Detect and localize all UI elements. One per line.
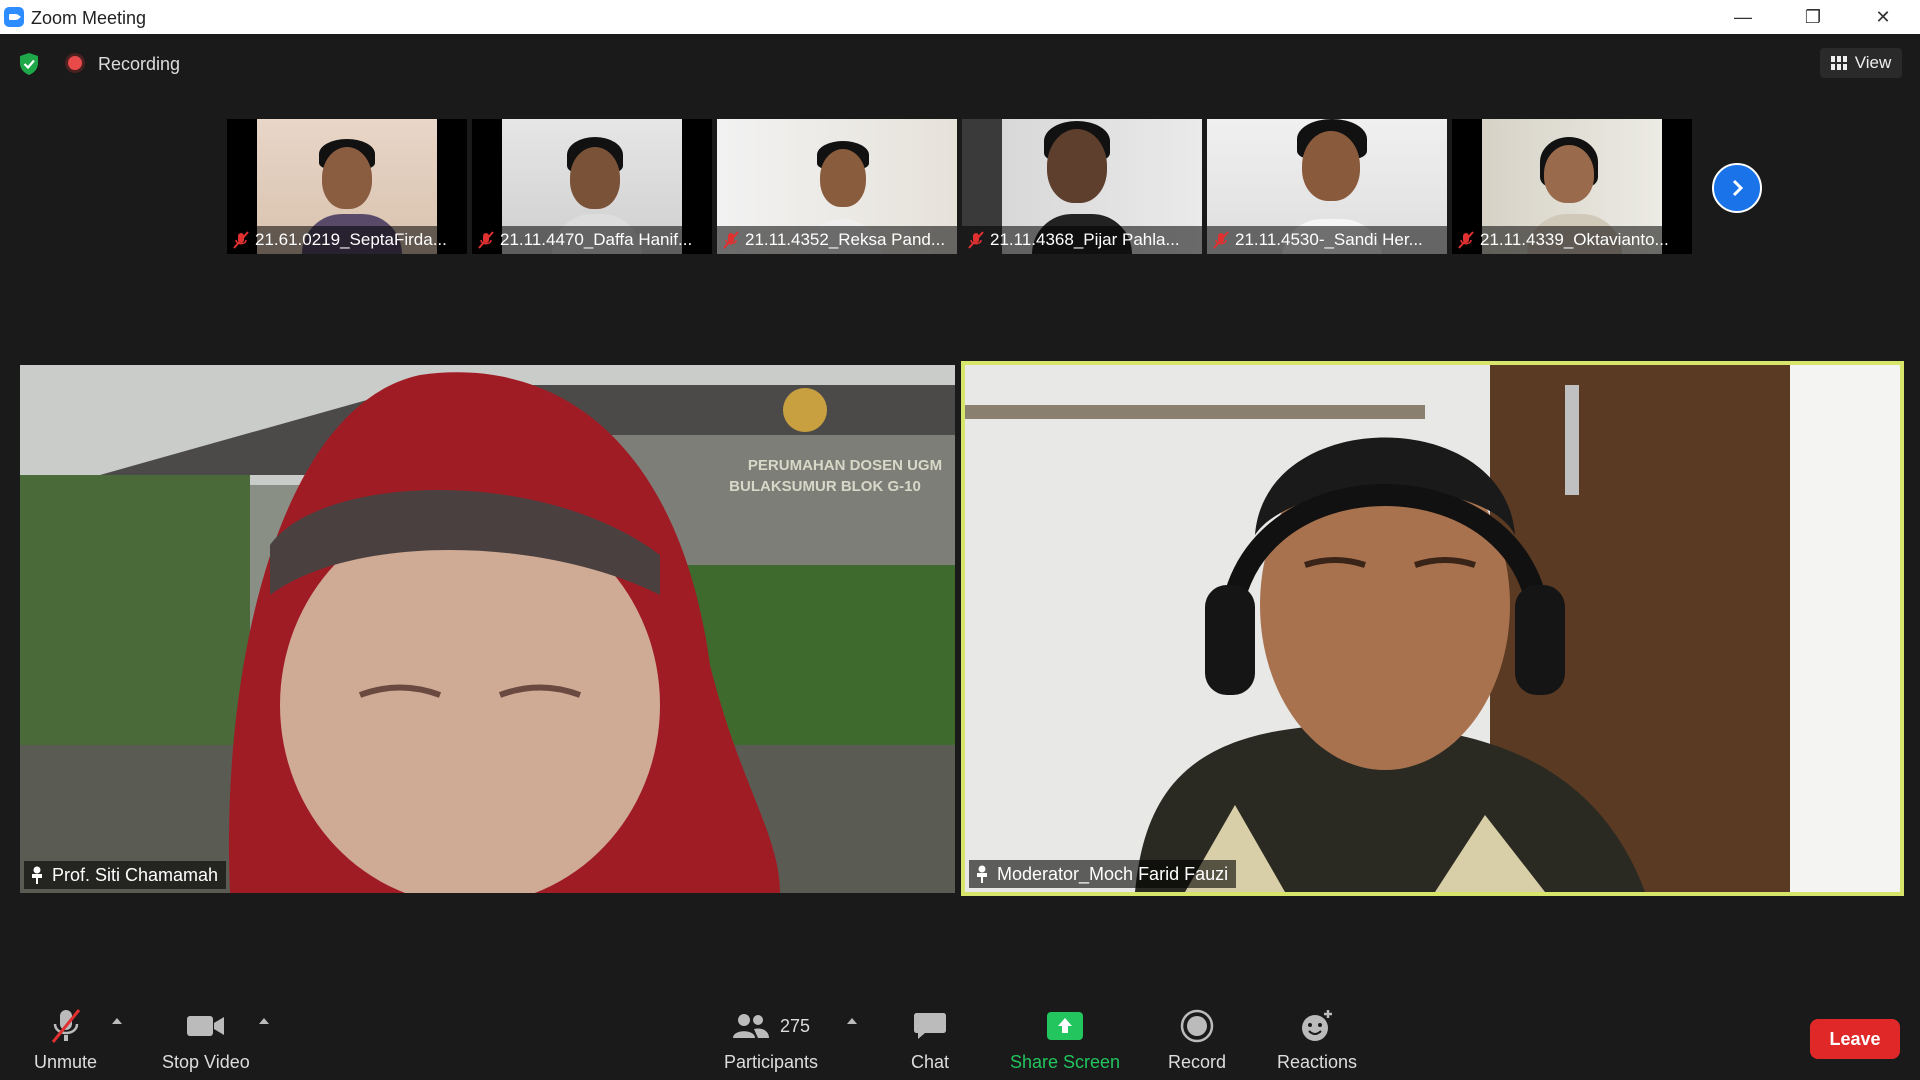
participant-name: 21.11.4368_Pijar Pahla... bbox=[990, 230, 1180, 249]
sign-text-line1: PERUMAHAN DOSEN UGM bbox=[748, 457, 942, 474]
thumbnail-label: 21.11.4530-_Sandi Her... bbox=[1207, 226, 1447, 254]
participants-icon bbox=[733, 1014, 769, 1038]
recording-label[interactable]: Recording bbox=[98, 54, 180, 75]
speaker-name-label: Moderator_Moch Farid Fauzi bbox=[969, 860, 1237, 888]
participant-name: 21.11.4352_Reksa Pand... bbox=[745, 230, 946, 249]
participants-count: 275 bbox=[780, 1015, 811, 1036]
stop-video-label: Stop Video bbox=[162, 1052, 250, 1072]
mic-muted-icon bbox=[968, 231, 984, 249]
view-button[interactable]: View bbox=[1820, 48, 1902, 78]
thumbnail-label: 21.11.4339_Oktavianto... bbox=[1452, 226, 1692, 254]
pin-icon bbox=[977, 865, 987, 883]
thumbnail-label: 21.61.0219_SeptaFirda... bbox=[227, 226, 467, 254]
reactions-label: Reactions bbox=[1277, 1052, 1358, 1072]
mic-muted-icon bbox=[723, 231, 739, 249]
unmute-label: Unmute bbox=[34, 1052, 98, 1072]
speaker-name-label: Prof. Siti Chamamah bbox=[24, 861, 227, 889]
minimize-button[interactable]: — bbox=[1708, 0, 1778, 34]
recording-indicator-icon bbox=[68, 56, 82, 70]
video-tile-active-speaker[interactable]: Moderator_Moch Farid Fauzi bbox=[961, 361, 1904, 896]
participants-options-caret[interactable] bbox=[847, 1018, 857, 1024]
mic-muted-icon bbox=[1458, 231, 1474, 249]
video-options-caret[interactable] bbox=[259, 1018, 269, 1024]
chevron-right-icon bbox=[1732, 179, 1744, 197]
mic-muted-icon bbox=[1213, 231, 1229, 249]
grid-view-icon bbox=[1830, 56, 1847, 70]
thumbnail-label: 21.11.4352_Reksa Pand... bbox=[717, 226, 957, 254]
record-button[interactable]: Record bbox=[1168, 1008, 1226, 1073]
video-tile-speaker[interactable]: PERUMAHAN DOSEN UGM BULAKSUMUR BLOK G-10… bbox=[20, 365, 955, 893]
zoom-app-icon bbox=[4, 7, 24, 27]
next-page-button[interactable] bbox=[1712, 163, 1762, 213]
participants-label: Participants bbox=[724, 1052, 819, 1072]
reactions-button[interactable]: Reactions bbox=[1277, 1008, 1357, 1073]
video-camera-icon bbox=[186, 1016, 224, 1036]
thumbnail-label: 21.11.4368_Pijar Pahla... bbox=[962, 226, 1202, 254]
thumbnail-label: 21.11.4470_Daffa Hanif... bbox=[472, 226, 712, 254]
unmute-button[interactable]: Unmute bbox=[34, 1008, 97, 1073]
participant-name: 21.11.4470_Daffa Hanif... bbox=[500, 230, 693, 249]
mic-muted-icon bbox=[233, 231, 249, 249]
participant-thumbnail[interactable]: 21.11.4530-_Sandi Her... bbox=[1207, 119, 1447, 254]
mic-muted-icon bbox=[51, 1009, 80, 1043]
smiley-plus-icon bbox=[1302, 1010, 1333, 1041]
mic-muted-icon bbox=[478, 231, 494, 249]
share-screen-button[interactable]: Share Screen bbox=[1010, 1008, 1120, 1073]
leave-button[interactable]: Leave bbox=[1810, 1019, 1900, 1059]
participant-thumbnail[interactable]: 21.11.4339_Oktavianto... bbox=[1452, 119, 1692, 254]
audio-options-caret[interactable] bbox=[112, 1018, 122, 1024]
maximize-button[interactable]: ❐ bbox=[1778, 0, 1848, 34]
view-label: View bbox=[1854, 53, 1892, 72]
participant-thumbnail[interactable]: 21.11.4352_Reksa Pand... bbox=[717, 119, 957, 254]
participant-name: 21.11.4530-_Sandi Her... bbox=[1235, 230, 1423, 249]
chat-label: Chat bbox=[911, 1052, 950, 1072]
participants-button[interactable]: 275 Participants bbox=[724, 1008, 818, 1073]
pin-icon bbox=[32, 866, 42, 884]
participant-name: 21.61.0219_SeptaFirda... bbox=[255, 230, 447, 249]
video-feed: PERUMAHAN DOSEN UGM BULAKSUMUR BLOK G-10 bbox=[20, 365, 955, 893]
share-screen-icon bbox=[1047, 1012, 1084, 1040]
stop-video-button[interactable]: Stop Video bbox=[162, 1008, 250, 1073]
meeting-toolbar bbox=[0, 990, 1920, 1080]
participant-thumbnail[interactable]: 21.61.0219_SeptaFirda... bbox=[227, 119, 467, 254]
video-feed bbox=[965, 365, 1900, 892]
chat-button[interactable]: Chat bbox=[911, 1008, 949, 1073]
sign-text-line2: BULAKSUMUR BLOK G-10 bbox=[729, 478, 921, 495]
speaker-name: Moderator_Moch Farid Fauzi bbox=[997, 863, 1229, 884]
window-title: Zoom Meeting bbox=[31, 8, 147, 28]
record-label: Record bbox=[1168, 1052, 1227, 1072]
close-button[interactable]: ✕ bbox=[1848, 0, 1918, 34]
record-icon bbox=[1180, 1009, 1214, 1043]
participant-thumbnail[interactable]: 21.11.4470_Daffa Hanif... bbox=[472, 119, 712, 254]
title-bar: Zoom Meeting — ❐ ✕ bbox=[0, 0, 1920, 34]
security-shield-icon[interactable] bbox=[18, 52, 40, 76]
participant-name: 21.11.4339_Oktavianto... bbox=[1480, 230, 1669, 249]
share-screen-label: Share Screen bbox=[1010, 1052, 1121, 1072]
speaker-name: Prof. Siti Chamamah bbox=[52, 864, 219, 885]
participant-thumbnail[interactable]: 21.11.4368_Pijar Pahla... bbox=[962, 119, 1202, 254]
chat-bubble-icon bbox=[914, 1013, 947, 1039]
